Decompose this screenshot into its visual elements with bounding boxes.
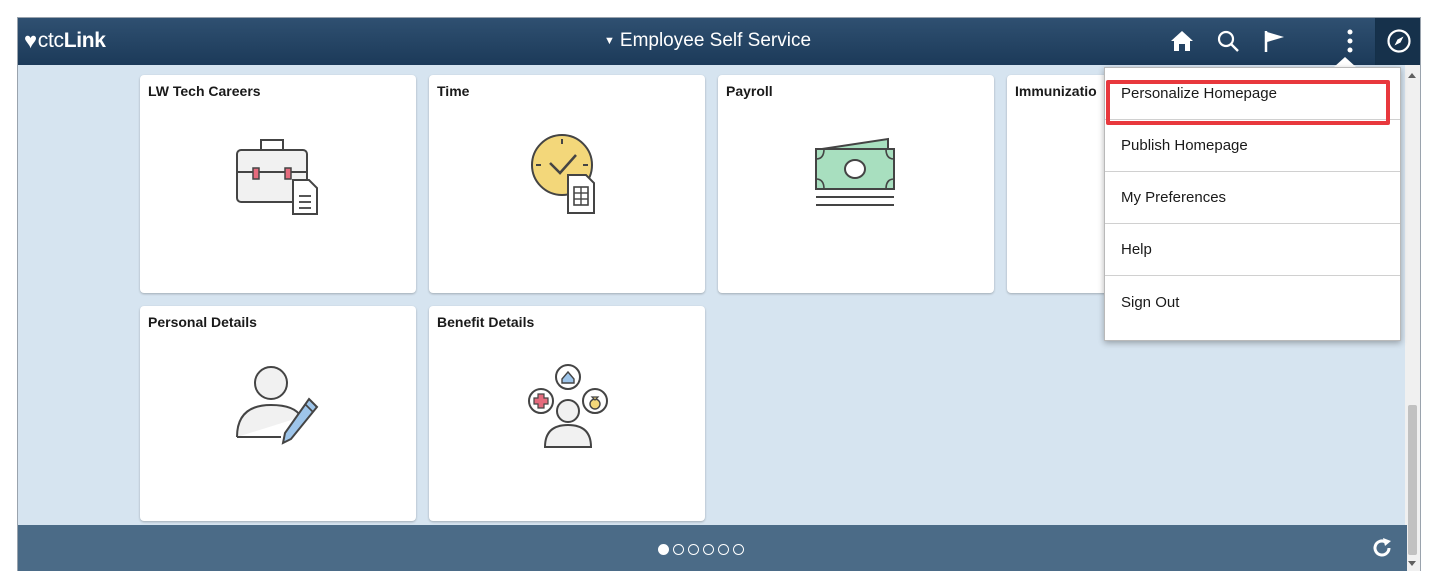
navbar-button[interactable]	[1376, 18, 1420, 65]
page-dot-2[interactable]	[673, 544, 684, 555]
actions-menu: Personalize Homepage Publish Homepage My…	[1104, 67, 1401, 341]
menu-item-publish-homepage[interactable]: Publish Homepage	[1105, 120, 1400, 172]
scroll-thumb[interactable]	[1408, 405, 1417, 555]
tile-title: Payroll	[726, 83, 773, 99]
tile-title: Personal Details	[148, 314, 257, 330]
page-dot-4[interactable]	[703, 544, 714, 555]
search-icon[interactable]	[1212, 26, 1244, 56]
menu-item-help[interactable]: Help	[1105, 224, 1400, 276]
caret-down-icon: ▼	[604, 35, 615, 47]
homepage-selector[interactable]: ▼ Employee Self Service	[604, 30, 811, 52]
logo-suffix: Link	[63, 29, 106, 52]
tile-personal-details[interactable]: Personal Details	[140, 306, 416, 521]
page-scrollbar[interactable]	[1405, 65, 1420, 571]
logo-prefix: ctc	[37, 29, 64, 52]
tile-title: LW Tech Careers	[148, 83, 261, 99]
logo-mark-icon: ♥︎	[24, 28, 37, 53]
briefcase-document-icon	[233, 130, 323, 225]
menu-item-my-preferences[interactable]: My Preferences	[1105, 172, 1400, 224]
ctclink-logo[interactable]: ♥︎ ctc Link	[24, 28, 106, 54]
page-dot-1[interactable]	[658, 544, 669, 555]
menu-item-personalize-homepage[interactable]: Personalize Homepage	[1105, 68, 1400, 120]
refresh-icon[interactable]	[1369, 535, 1395, 561]
homepage-footer	[18, 525, 1407, 571]
tile-payroll[interactable]: Payroll	[718, 75, 994, 293]
tile-title: Benefit Details	[437, 314, 535, 330]
home-icon[interactable]	[1166, 26, 1198, 56]
page-dot-6[interactable]	[733, 544, 744, 555]
menu-pointer	[1334, 57, 1356, 67]
page-indicator	[658, 544, 744, 555]
homepage-title: Employee Self Service	[619, 30, 812, 51]
clock-timesheet-icon	[524, 127, 614, 222]
navbar-compass-icon	[1383, 26, 1415, 56]
benefits-person-icon	[521, 361, 616, 456]
flag-icon[interactable]	[1258, 26, 1290, 56]
scroll-up-arrow-icon[interactable]	[1408, 73, 1416, 78]
tile-benefit-details[interactable]: Benefit Details	[429, 306, 705, 521]
header-banner: ♥︎ ctc Link ▼ Employee Self Service	[18, 18, 1420, 65]
more-vertical-icon[interactable]	[1334, 26, 1366, 56]
tile-lw-tech-careers[interactable]: LW Tech Careers	[140, 75, 416, 293]
page-dot-3[interactable]	[688, 544, 699, 555]
app-frame: ♥︎ ctc Link ▼ Employee Self Service LW T…	[17, 17, 1421, 571]
tile-time[interactable]: Time	[429, 75, 705, 293]
scroll-down-arrow-icon[interactable]	[1408, 561, 1416, 566]
person-edit-icon	[233, 361, 328, 456]
money-icon	[812, 135, 902, 220]
tile-title: Time	[437, 83, 470, 99]
menu-item-sign-out[interactable]: Sign Out	[1105, 276, 1400, 328]
page-dot-5[interactable]	[718, 544, 729, 555]
tile-title: Immunizatio	[1015, 83, 1097, 99]
